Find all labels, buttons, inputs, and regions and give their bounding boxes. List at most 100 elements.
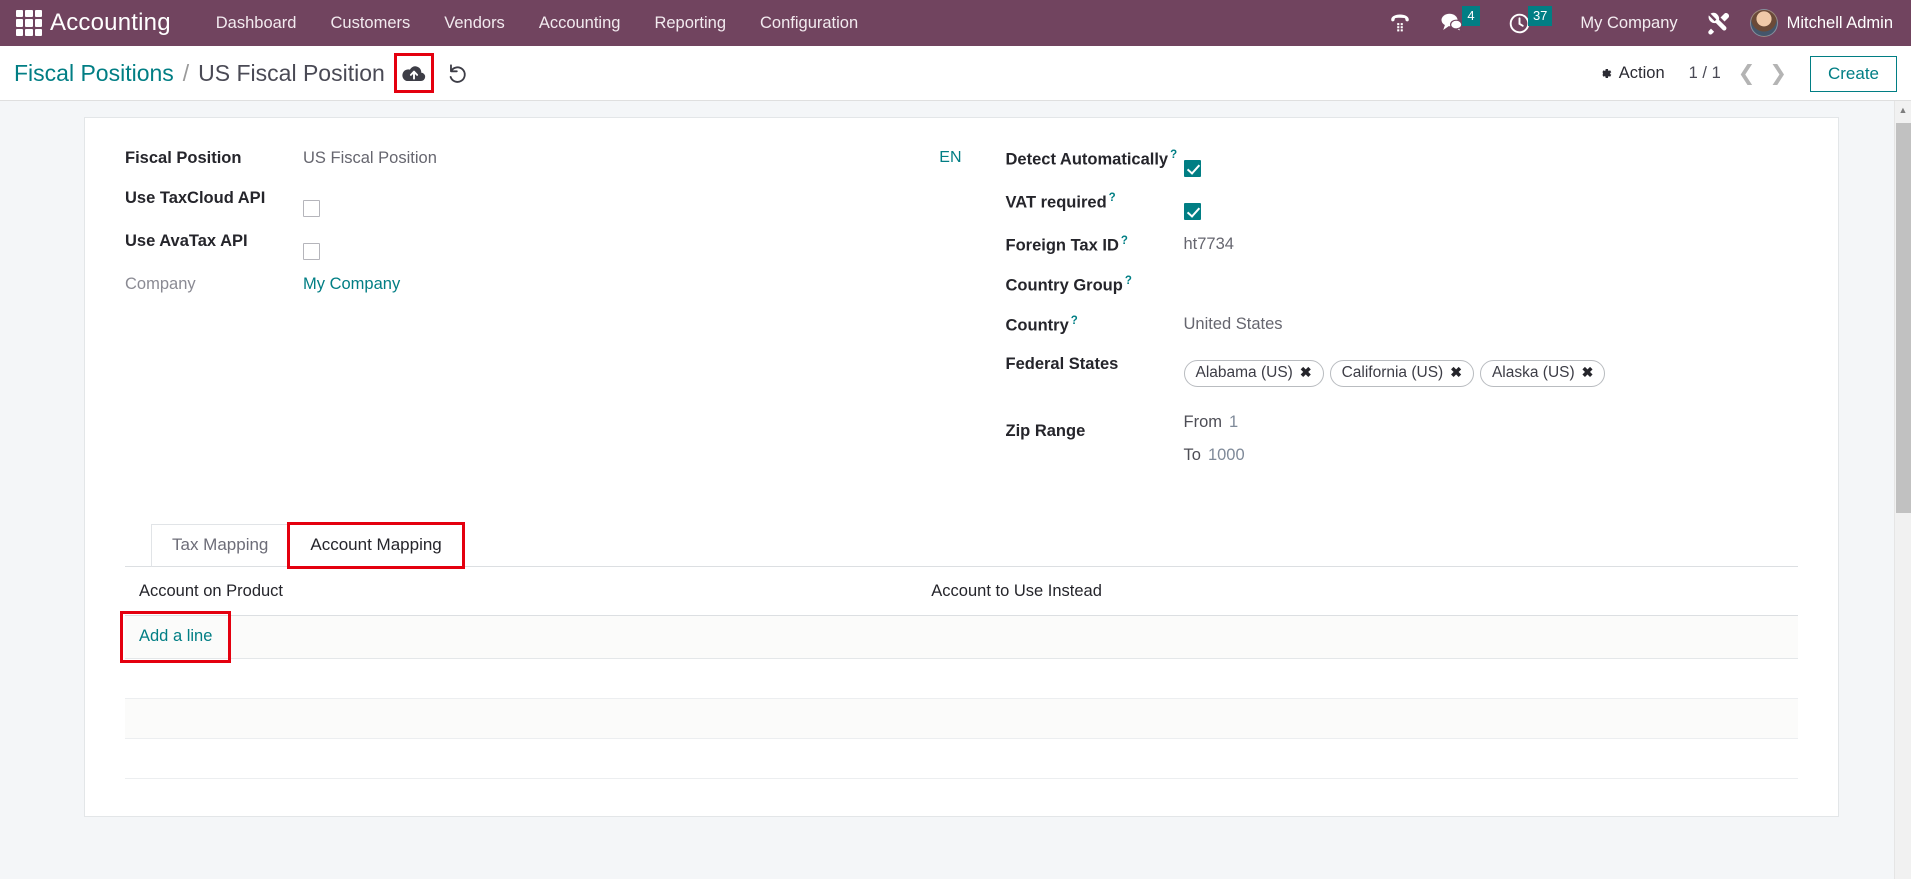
language-selector-en[interactable]: EN [939, 149, 961, 167]
add-a-line-link[interactable]: Add a line [119, 610, 232, 663]
create-button[interactable]: Create [1809, 55, 1897, 92]
empty-cell [931, 658, 1798, 699]
menu-item-accounting[interactable]: Accounting [522, 0, 638, 46]
add-line-cell: Add a line [119, 610, 1798, 663]
vertical-scrollbar[interactable]: ▲ [1894, 101, 1911, 879]
phone-dialpad-icon[interactable] [1374, 11, 1426, 35]
empty-cell [125, 738, 932, 779]
breadcrumb-fiscal-positions[interactable]: Fiscal Positions [14, 60, 174, 87]
use-taxcloud-api-checkbox[interactable] [303, 200, 320, 217]
foreign-tax-id-value[interactable]: ht7734 [1184, 226, 1799, 255]
company-value[interactable]: My Company [303, 266, 942, 295]
help-icon[interactable]: ? [1121, 235, 1128, 247]
country-group-value[interactable] [1184, 266, 1799, 275]
add-line-row: Add a line [119, 610, 1798, 663]
vat-required-value [1183, 183, 1799, 226]
menu-item-configuration[interactable]: Configuration [743, 0, 875, 46]
messages-badge: 4 [1461, 6, 1480, 26]
activities-counter[interactable]: 37 [1494, 6, 1566, 35]
chevron-left-icon[interactable]: ❮ [1731, 63, 1763, 84]
user-name-label: Mitchell Admin [1786, 13, 1893, 32]
help-icon[interactable]: ? [1125, 275, 1132, 287]
country-text: Country [1005, 316, 1069, 335]
tag-item[interactable]: Alaska (US) ✖ [1479, 359, 1606, 388]
country-value[interactable]: United States [1184, 306, 1799, 335]
messages-counter[interactable]: 4 [1426, 6, 1494, 34]
action-label: Action [1618, 64, 1665, 82]
cloud-upload-icon [402, 65, 425, 81]
menu-item-customers[interactable]: Customers [313, 0, 427, 46]
menu-item-reporting[interactable]: Reporting [637, 0, 743, 46]
record-pager[interactable]: 1 / 1 [1679, 64, 1731, 83]
field-vat-required: VAT required? [1006, 183, 1799, 226]
tag-item[interactable]: California (US) ✖ [1329, 359, 1474, 388]
menu-item-dashboard[interactable]: Dashboard [199, 0, 314, 46]
undo-icon [449, 63, 466, 83]
chevron-right-icon[interactable]: ❯ [1762, 63, 1794, 84]
notebook: Tax Mapping Account Mapping Account on P… [119, 521, 1798, 779]
zip-from-value[interactable]: 1 [1229, 413, 1238, 431]
tag-remove-icon[interactable]: ✖ [1582, 364, 1594, 381]
zip-range-value: From 1 To 1000 [1184, 413, 1799, 479]
tag-remove-icon[interactable]: ✖ [1450, 364, 1462, 381]
zip-to-value[interactable]: 1000 [1208, 446, 1245, 464]
field-company: Company My Company [125, 266, 942, 306]
empty-cell [125, 658, 932, 699]
table-row [125, 698, 1798, 739]
field-use-avatax-api: Use AvaTax API [125, 223, 942, 266]
app-brand-accounting[interactable]: Accounting [50, 9, 171, 37]
help-icon[interactable]: ? [1071, 315, 1078, 327]
help-icon[interactable]: ? [1109, 192, 1116, 204]
detect-automatically-checkbox[interactable] [1183, 160, 1201, 177]
vat-required-text: VAT required [1005, 193, 1107, 212]
use-avatax-api-value [303, 223, 942, 266]
table-row [125, 658, 1798, 699]
zip-from-label: From [1183, 413, 1223, 432]
breadcrumb-separator: / [182, 59, 190, 86]
table-header-row: Account on Product Account to Use Instea… [125, 566, 1798, 616]
menu-item-vendors[interactable]: Vendors [427, 0, 522, 46]
fiscal-position-value[interactable]: US Fiscal Position [303, 140, 942, 169]
column-account-on-product[interactable]: Account on Product [125, 566, 932, 616]
tag-remove-icon[interactable]: ✖ [1300, 364, 1312, 381]
avatar [1749, 9, 1778, 37]
zip-to-row: To 1000 [1184, 446, 1799, 466]
activities-badge: 37 [1527, 6, 1553, 26]
notebook-tabs: Tax Mapping Account Mapping [125, 521, 1798, 569]
vat-required-checkbox[interactable] [1183, 202, 1201, 220]
tag-item[interactable]: Alabama (US) ✖ [1183, 359, 1324, 388]
scrollbar-thumb[interactable] [1896, 123, 1911, 513]
company-switcher[interactable]: My Company [1566, 14, 1691, 33]
scroll-up-arrow-icon[interactable]: ▲ [1895, 101, 1911, 118]
field-detect-automatically: Detect Automatically? [1006, 140, 1799, 183]
save-button[interactable] [393, 53, 434, 93]
federal-states-value: Alabama (US) ✖ California (US) ✖ Alaska … [1183, 346, 1799, 388]
empty-cell [931, 738, 1798, 779]
tab-tax-mapping[interactable]: Tax Mapping [151, 523, 290, 567]
apps-grid-icon[interactable] [16, 10, 42, 36]
use-avatax-api-checkbox[interactable] [303, 242, 320, 260]
country-label: Country? [1006, 306, 1184, 336]
detect-automatically-value [1183, 140, 1799, 183]
zip-to-label: To [1183, 445, 1201, 464]
foreign-tax-id-text: Foreign Tax ID [1005, 236, 1119, 255]
field-use-taxcloud-api: Use TaxCloud API [125, 180, 942, 223]
wrench-screwdriver-icon[interactable] [1692, 10, 1746, 36]
control-panel: Fiscal Positions / US Fiscal Position Ac… [0, 46, 1911, 101]
control-panel-actions: Action 1 / 1 ❮ ❯ Create [1584, 46, 1897, 101]
action-menu-button[interactable]: Action [1584, 64, 1679, 83]
company-label: Company [125, 274, 196, 293]
form-column-left: EN Fiscal Position US Fiscal Position Us… [125, 140, 962, 479]
zip-from-row: From 1 [1184, 413, 1799, 433]
help-icon[interactable]: ? [1170, 149, 1177, 161]
field-federal-states: Federal States Alabama (US) ✖ California… [1006, 346, 1799, 388]
user-menu[interactable]: Mitchell Admin [1746, 9, 1901, 37]
discard-button[interactable] [443, 58, 473, 88]
empty-cell [125, 698, 932, 739]
vat-required-label: VAT required? [1006, 183, 1184, 213]
use-taxcloud-api-value [303, 180, 942, 223]
tab-account-mapping[interactable]: Account Mapping [287, 521, 465, 569]
top-navbar: Accounting Dashboard Customers Vendors A… [0, 0, 1911, 46]
column-account-to-use-instead[interactable]: Account to Use Instead [931, 566, 1798, 616]
table-body: Add a line [119, 610, 1798, 779]
